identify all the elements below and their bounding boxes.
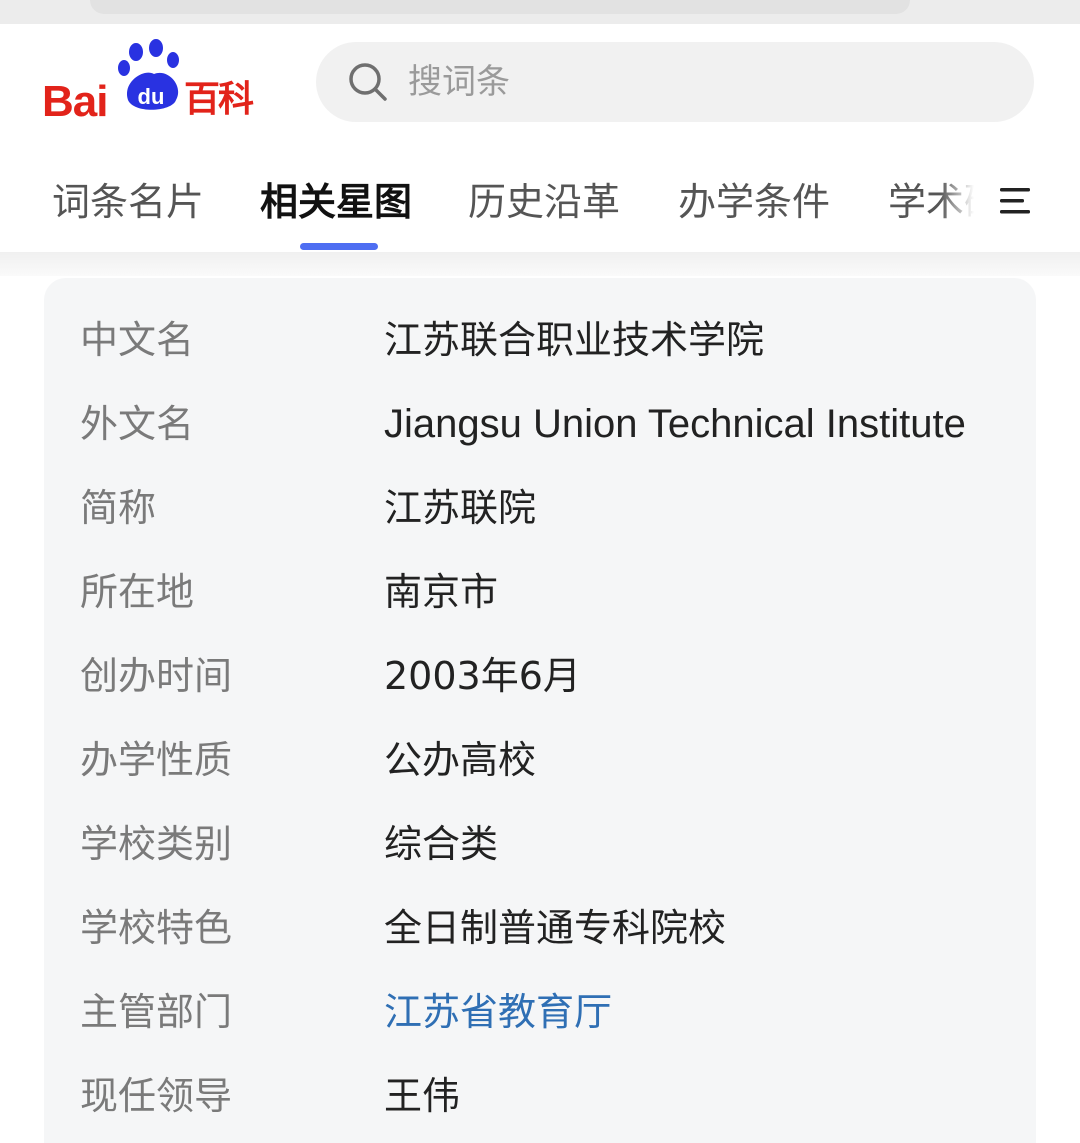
header: Bai du 百科 搜词条	[0, 24, 1080, 149]
info-value: 2003年6月	[384, 654, 581, 698]
browser-top-strip	[0, 0, 1080, 24]
info-label: 所在地	[80, 570, 195, 614]
info-value: 综合类	[384, 822, 499, 866]
info-label: 中文名	[80, 318, 195, 362]
info-row: 简称 江苏联院	[44, 466, 1036, 550]
menu-icon[interactable]	[1000, 186, 1032, 216]
info-label: 现任领导	[80, 1074, 233, 1118]
section-tabs: 词条名片 相关星图 历史沿革 办学条件 学术研	[0, 150, 1080, 252]
baidu-baike-logo[interactable]: Bai du 百科	[42, 38, 272, 128]
search-icon	[349, 63, 387, 101]
info-label: 学校类别	[80, 822, 233, 866]
info-row: 外文名 Jiangsu Union Technical Institute	[44, 382, 1036, 466]
search-bar[interactable]: 搜词条	[316, 42, 1034, 122]
info-row: 中文名 江苏联合职业技术学院	[44, 298, 1036, 382]
info-row: 学校类别 综合类	[44, 802, 1036, 886]
info-label: 简称	[80, 486, 157, 530]
info-value: 全日制普通专科院校	[384, 906, 727, 950]
baike-page: Bai du 百科 搜词条 词条名片 相关星图 历史沿革 办学条件 学术研	[0, 0, 1080, 1143]
supervising-department-link[interactable]: 江苏省教育厅	[384, 988, 612, 1036]
search-input[interactable]: 搜词条	[408, 60, 510, 104]
info-row: 创办时间 2003年6月	[44, 634, 1036, 718]
paw-icon: du	[118, 39, 179, 110]
info-value: 南京市	[384, 570, 499, 614]
active-tab-indicator	[300, 243, 378, 250]
logo-latin: Bai	[42, 77, 108, 126]
info-label: 主管部门	[80, 990, 233, 1034]
info-value: 江苏联院	[384, 486, 537, 530]
tab-entry-card[interactable]: 词条名片	[52, 178, 204, 226]
info-value: 公办高校	[384, 738, 537, 782]
info-label: 外文名	[80, 402, 195, 446]
info-label: 办学性质	[80, 738, 233, 782]
address-bar-edge	[90, 0, 910, 14]
info-row: 所在地 南京市	[44, 550, 1036, 634]
info-value: 王伟	[384, 1074, 461, 1118]
info-row: 学校特色 全日制普通专科院校	[44, 886, 1036, 970]
logo-cn: 百科	[184, 79, 254, 120]
tab-history[interactable]: 历史沿革	[468, 178, 620, 226]
info-label: 创办时间	[80, 654, 233, 698]
paw-text: du	[138, 84, 165, 109]
info-value: Jiangsu Union Technical Institute	[384, 402, 966, 446]
info-value: 江苏联合职业技术学院	[384, 318, 765, 362]
tab-related-graph[interactable]: 相关星图	[260, 178, 412, 226]
info-label: 学校特色	[80, 906, 233, 950]
info-row: 现任领导 王伟	[44, 1054, 1036, 1138]
basic-info-card: 中文名 江苏联合职业技术学院 外文名 Jiangsu Union Technic…	[44, 278, 1036, 1143]
tab-conditions[interactable]: 办学条件	[678, 178, 830, 226]
tabs-divider	[0, 252, 1080, 276]
info-row: 办学性质 公办高校	[44, 718, 1036, 802]
info-row: 主管部门 江苏省教育厅	[44, 970, 1036, 1054]
